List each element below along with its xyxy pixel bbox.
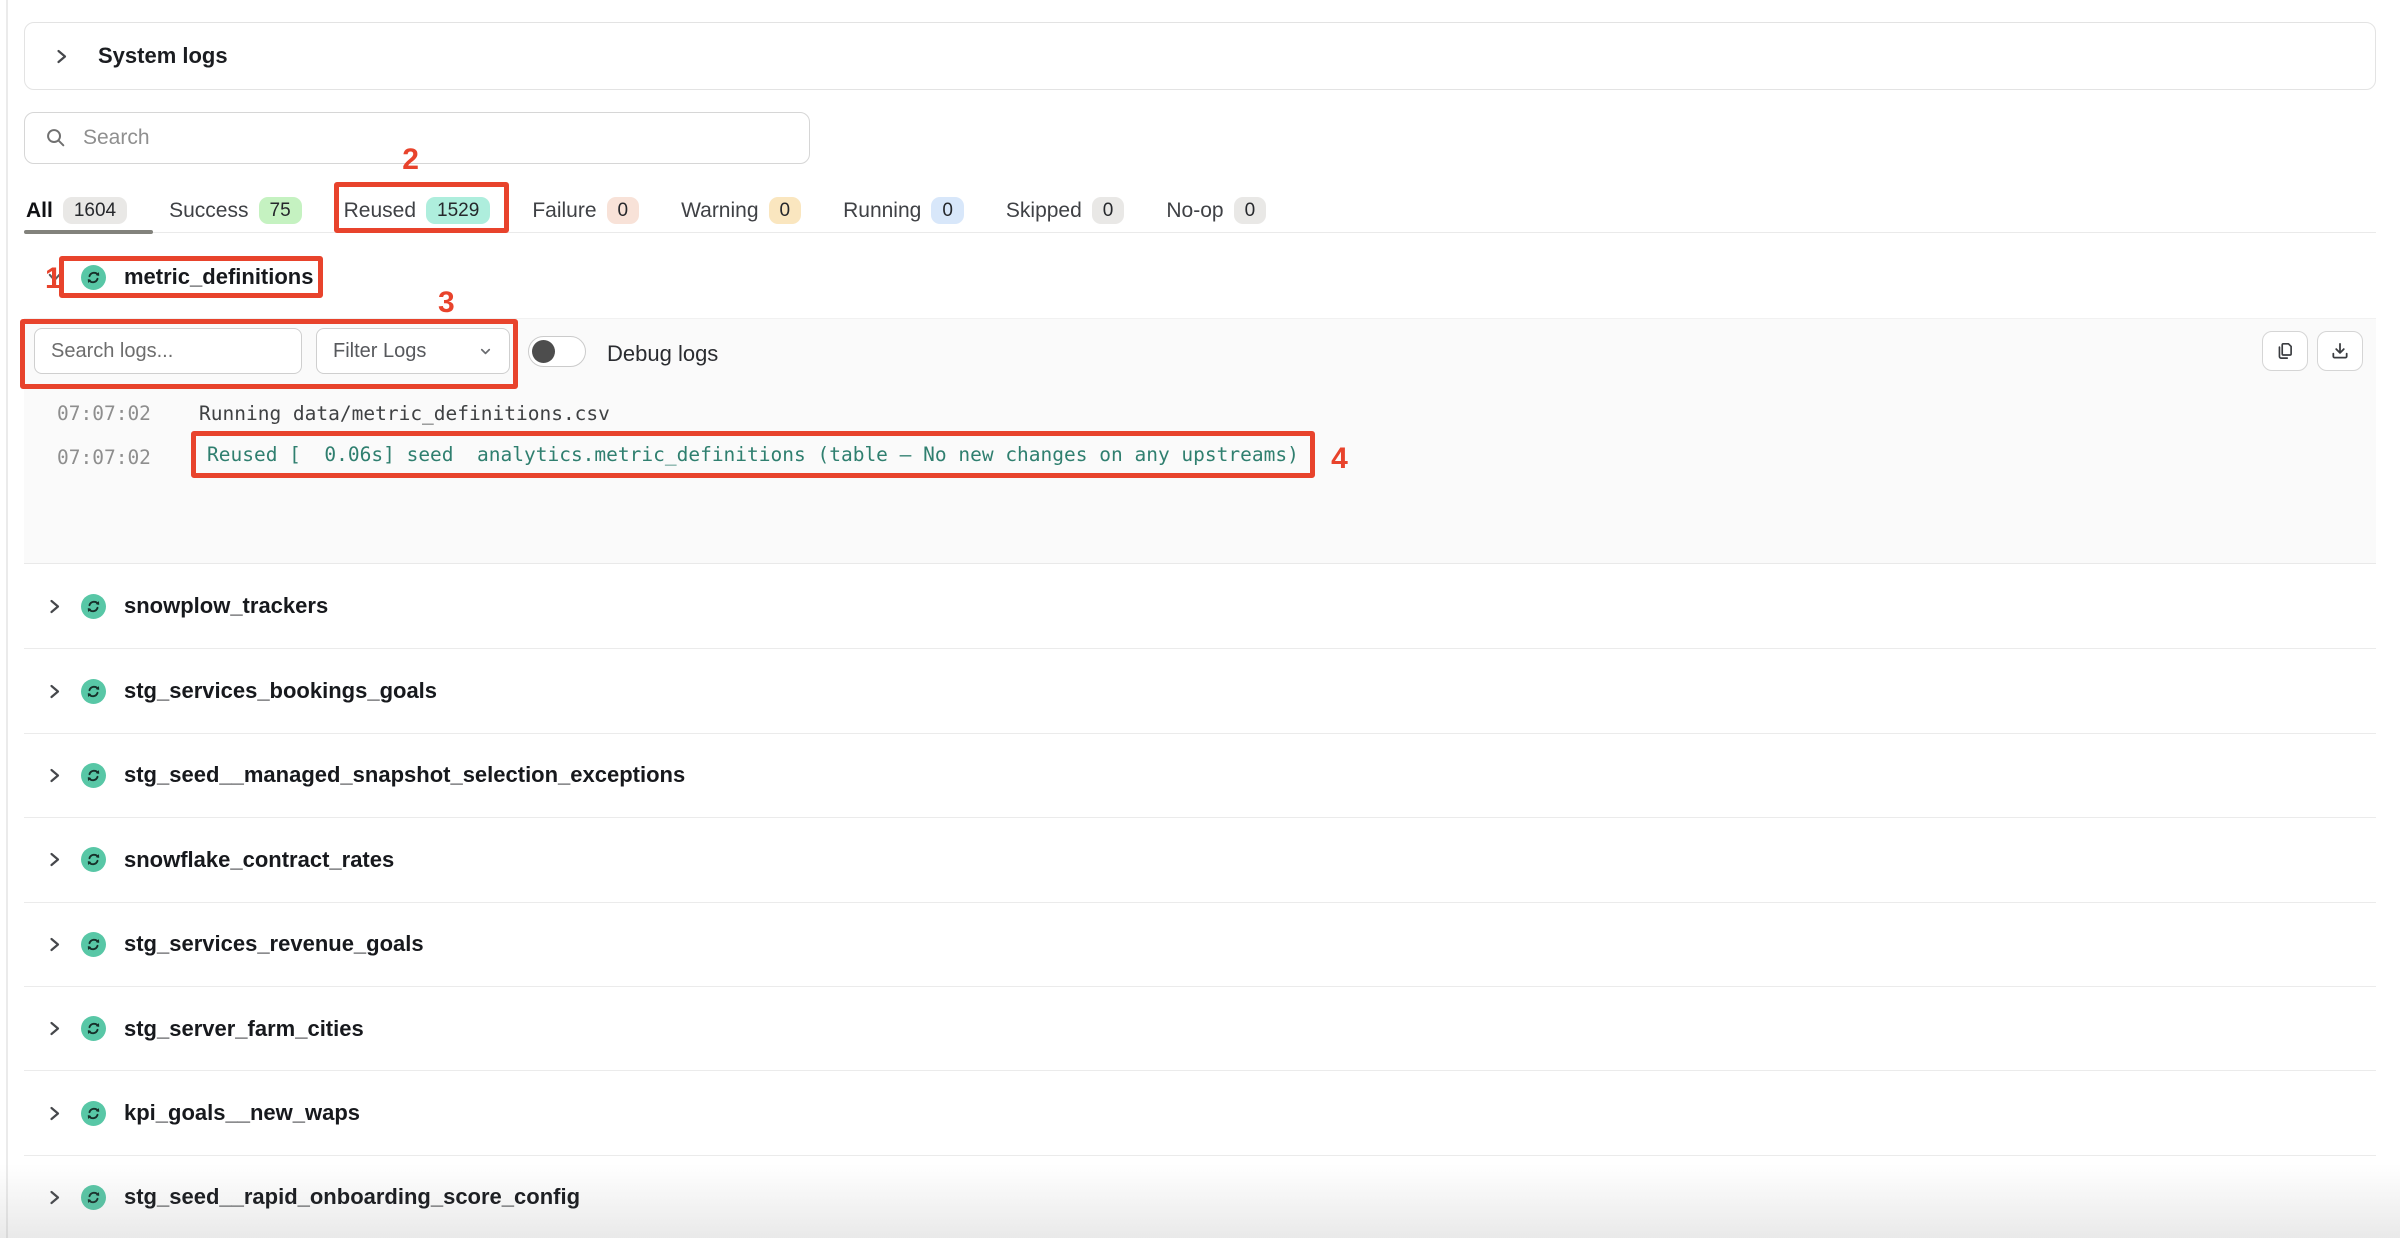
item-label: stg_server_farm_cities: [124, 1016, 364, 1042]
list-item-stg-seed-rapid-onboarding-score-config[interactable]: stg_seed__rapid_onboarding_score_config: [24, 1155, 2376, 1239]
reused-status-icon: [81, 847, 106, 872]
chevron-right-icon[interactable]: [46, 598, 63, 615]
chevron-right-icon[interactable]: [46, 936, 63, 953]
filter-logs-select[interactable]: Filter Logs: [316, 328, 510, 374]
tab-success[interactable]: Success 75: [169, 189, 302, 232]
tab-label: Skipped: [1006, 199, 1082, 223]
debug-logs-label: Debug logs: [607, 341, 718, 367]
item-label: stg_services_bookings_goals: [124, 678, 437, 704]
page-title: System logs: [98, 43, 228, 69]
item-label: kpi_goals__new_waps: [124, 1100, 360, 1126]
tab-failure[interactable]: Failure 0: [532, 189, 639, 232]
chevron-right-icon[interactable]: [46, 1189, 63, 1206]
copy-logs-button[interactable]: [2262, 331, 2308, 371]
log-controls: Filter Logs 3: [34, 328, 510, 374]
list-item-snowplow-trackers[interactable]: snowplow_trackers: [24, 564, 2376, 648]
window-edge-line: [6, 0, 8, 1238]
log-timestamp: 07:07:02: [57, 446, 151, 469]
item-label: snowplow_trackers: [124, 593, 328, 619]
copy-icon: [2275, 341, 2295, 361]
log-message: Running data/metric_definitions.csv: [199, 402, 610, 425]
tab-all[interactable]: All 1604: [26, 189, 127, 232]
tab-noop[interactable]: No-op 0: [1166, 189, 1266, 232]
chevron-right-icon[interactable]: [46, 851, 63, 868]
item-label: stg_services_revenue_goals: [124, 931, 424, 957]
download-logs-button[interactable]: [2317, 331, 2363, 371]
list-item-stg-seed-managed-snapshot-selection-exceptions[interactable]: stg_seed__managed_snapshot_selection_exc…: [24, 733, 2376, 817]
item-label: stg_seed__managed_snapshot_selection_exc…: [124, 762, 685, 788]
list-item-kpi-goals-new-waps[interactable]: kpi_goals__new_waps: [24, 1070, 2376, 1154]
filter-logs-label: Filter Logs: [333, 340, 426, 363]
tab-reused[interactable]: Reused 1529 2: [344, 189, 491, 232]
tab-label: Failure: [532, 199, 596, 223]
log-timestamp: 07:07:02: [57, 402, 151, 425]
annotation-box-4: Reused [ 0.06s] seed analytics.metric_de…: [191, 431, 1315, 478]
tab-count-badge: 1604: [63, 197, 127, 224]
list-item-metric-definitions-expanded[interactable]: metric_definitions 1: [24, 250, 2376, 304]
reused-status-icon: [81, 1101, 106, 1126]
tab-label: All: [26, 199, 53, 223]
toggle-knob: [532, 340, 555, 363]
tab-label: Running: [843, 199, 921, 223]
chevron-right-icon[interactable]: [46, 683, 63, 700]
search-bar[interactable]: [24, 112, 810, 164]
chevron-right-icon[interactable]: [53, 48, 70, 65]
item-name-cluster: metric_definitions 1: [81, 264, 313, 290]
tab-skipped[interactable]: Skipped 0: [1006, 189, 1124, 232]
tab-label: Reused: [344, 199, 416, 223]
download-icon: [2330, 341, 2350, 361]
chevron-right-icon[interactable]: [46, 767, 63, 784]
list-item-stg-services-bookings-goals[interactable]: stg_services_bookings_goals: [24, 648, 2376, 732]
search-input[interactable]: [81, 125, 809, 151]
tab-count-badge: 0: [1234, 197, 1267, 224]
tab-label: No-op: [1166, 199, 1223, 223]
reused-status-icon: [81, 265, 106, 290]
list-item-stg-server-farm-cities[interactable]: stg_server_farm_cities: [24, 986, 2376, 1070]
reused-status-icon: [81, 1185, 106, 1210]
chevron-right-icon[interactable]: [46, 1020, 63, 1037]
system-logs-header[interactable]: System logs: [24, 22, 2376, 90]
tab-running[interactable]: Running 0: [843, 189, 964, 232]
item-label: metric_definitions: [124, 264, 313, 290]
tab-label: Warning: [681, 199, 758, 223]
reused-status-icon: [81, 679, 106, 704]
tab-count-badge: 0: [769, 197, 802, 224]
tab-warning[interactable]: Warning 0: [681, 189, 801, 232]
tab-count-badge: 0: [607, 197, 640, 224]
item-label: stg_seed__rapid_onboarding_score_config: [124, 1184, 580, 1210]
model-list: snowplow_trackers stg_services_bookings_…: [24, 564, 2376, 1239]
reused-status-icon: [81, 763, 106, 788]
list-item-stg-services-revenue-goals[interactable]: stg_services_revenue_goals: [24, 902, 2376, 986]
reused-status-icon: [81, 594, 106, 619]
log-message-reused: Reused [ 0.06s] seed analytics.metric_de…: [207, 443, 1299, 466]
chevron-down-icon: [478, 344, 493, 359]
tab-count-badge: 0: [1092, 197, 1125, 224]
item-label: snowflake_contract_rates: [124, 847, 394, 873]
tab-count-badge: 1529: [426, 197, 490, 224]
tab-count-badge: 75: [259, 197, 302, 224]
chevron-down-icon[interactable]: [46, 269, 63, 286]
debug-logs-toggle[interactable]: [528, 336, 586, 367]
reused-status-icon: [81, 1016, 106, 1041]
chevron-right-icon[interactable]: [46, 1105, 63, 1122]
list-item-snowflake-contract-rates[interactable]: snowflake_contract_rates: [24, 817, 2376, 901]
status-tab-bar: All 1604 Success 75 Reused 1529 2 Failur…: [24, 189, 2376, 233]
tab-label: Success: [169, 199, 248, 223]
reused-status-icon: [81, 932, 106, 957]
search-icon: [45, 127, 67, 149]
tab-count-badge: 0: [931, 197, 964, 224]
search-logs-input[interactable]: [34, 328, 302, 374]
